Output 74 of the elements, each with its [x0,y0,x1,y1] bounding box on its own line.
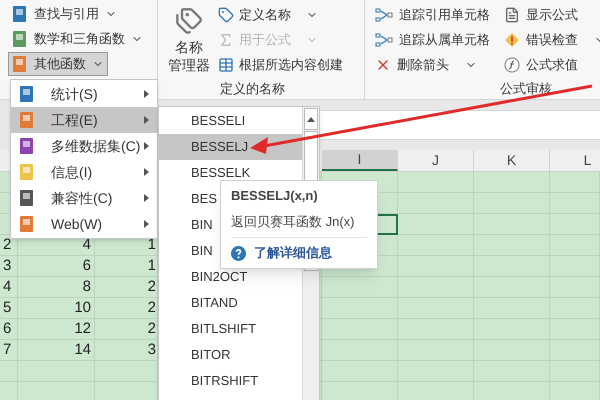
column-header[interactable]: J [398,150,474,171]
table-cell: 5 [0,298,18,319]
function-item[interactable]: BIN [191,217,213,233]
menu-item[interactable]: 工程(E) [11,107,157,133]
ribbon-button[interactable]: 追踪从属单元格 [375,28,490,52]
table-icon [218,57,234,73]
ribbon-dropdown-button[interactable]: 其他函数 [8,52,108,76]
column-header[interactable]: L [550,150,600,171]
up-arrow-icon [307,116,315,122]
book-icon [12,5,28,23]
menu-item[interactable]: 兼容性(C) [11,185,157,211]
book-icon [19,215,35,233]
column-header[interactable]: I [322,150,398,171]
function-item[interactable]: BITAND [191,295,238,311]
book-icon [19,85,35,103]
function-item[interactable]: BESSELK [191,165,250,181]
function-item[interactable]: BITRSHIFT [191,373,258,389]
table-cell: 14 [18,340,95,361]
tooltip-title: BESSELJ(x,n) [231,187,318,205]
ribbon-button[interactable]: 追踪引用单元格 [375,3,490,27]
table-cell: 4 [0,277,18,298]
table-cell: 3 [0,256,18,277]
submenu-arrow-icon [144,142,149,150]
help-icon [231,246,246,260]
table-cell: 8 [18,277,95,298]
ribbon-button[interactable]: 定义名称 [218,3,318,27]
menu-item[interactable]: 信息(I) [11,159,157,185]
book-icon [12,55,28,73]
submenu-arrow-icon [144,90,149,98]
table-cell: 6 [18,256,95,277]
book-icon [19,189,35,207]
ribbon-dropdown-button[interactable]: 查找与引用 [8,2,121,26]
ribbon-button[interactable]: 错误检查 [504,28,600,52]
ribbon-button[interactable]: 删除箭头 [375,53,477,77]
learn-more-link[interactable]: 了解详细信息 [254,243,332,263]
warning-icon [504,32,520,48]
function-item[interactable]: BES [191,191,218,207]
function-item[interactable]: BITOR [191,347,230,363]
column-header[interactable]: K [474,150,550,171]
ribbon-button[interactable]: 根据所选内容创建 [218,53,343,77]
menu-item[interactable]: Web(W) [11,211,157,237]
scroll-up-button[interactable] [304,108,318,130]
tags-icon [175,7,203,35]
menu-item[interactable]: 多维数据集(C) [11,133,157,159]
table-cell: 7 [0,340,18,361]
group-label: 定义的名称 [220,80,285,98]
book-icon [12,30,28,48]
formula-bar-field[interactable] [320,110,600,140]
function-item[interactable]: BIN [191,243,213,259]
trace-arrows-icon [375,32,393,48]
menu-item[interactable]: 统计(S) [11,81,157,107]
book-icon [19,111,35,129]
function-item[interactable]: BESSELI [191,113,246,129]
evaluate-icon [504,57,520,73]
table-cell: 6 [0,319,18,340]
ribbon-button[interactable]: 显示公式 [504,3,578,27]
ribbon-button[interactable]: 公式求值 [504,53,578,77]
book-icon [19,137,35,155]
table-cell [550,172,600,193]
table-cell: 12 [18,319,95,340]
submenu-arrow-icon [144,168,149,176]
name-manager-button[interactable]: 名称 管理器 [164,3,214,77]
table-cell: 10 [18,298,95,319]
function-item[interactable]: BITLSHIFT [191,321,256,337]
ribbon-dropdown-button[interactable]: 数学和三角函数 [8,27,147,51]
submenu-arrow-icon [144,194,149,202]
tooltip-description: 返回贝赛耳函数 Jn(x) [231,213,354,231]
book-icon [19,163,35,181]
document-icon [504,7,520,23]
submenu-arrow-icon [144,116,149,124]
trace-arrows-icon [375,7,393,23]
submenu-arrow-icon [144,220,149,228]
tag-icon [218,7,234,23]
function-item[interactable]: BIN2OCT [191,269,248,285]
